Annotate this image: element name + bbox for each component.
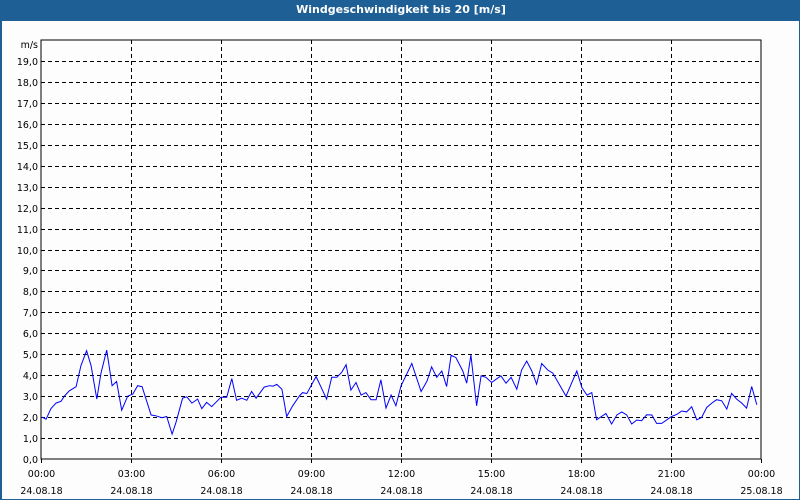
y-tick-label: 11,0	[17, 225, 38, 236]
x-tick-date: 24.08.18	[290, 486, 332, 497]
x-tick-date: 24.08.18	[200, 486, 242, 497]
y-tick-label: 8,0	[23, 287, 38, 298]
x-tick-date: 24.08.18	[560, 486, 602, 497]
y-tick-label: 17,0	[17, 99, 38, 110]
x-tick-time: 09:00	[298, 469, 325, 480]
y-axis-labels: 0,0 1,0 2,0 3,0 4,0 5,0 6,0 7,0 8,0 9,0 10,0 11,0 12…	[17, 57, 38, 466]
x-tick-time: 18:00	[568, 469, 595, 480]
x-tick-date: 24.08.18	[650, 486, 692, 497]
grid-lines	[41, 40, 762, 463]
chart-window: Windgeschwindigkeit bis 20 [m/s] 0,0 1,0 2…	[0, 0, 800, 500]
x-tick-time: 15:00	[478, 469, 505, 480]
y-tick-label: 13,0	[17, 183, 38, 194]
y-tick-label: 10,0	[17, 246, 38, 257]
x-tick-time: 00:00	[748, 469, 775, 480]
x-tick-date: 24.08.18	[20, 486, 62, 497]
y-tick-label: 7,0	[23, 308, 38, 319]
series-line-wind-speed	[41, 349, 758, 436]
x-tick-time: 06:00	[208, 469, 235, 480]
x-tick-date: 24.08.18	[470, 486, 512, 497]
x-tick-time: 00:00	[28, 469, 55, 480]
x-tick-date: 25.08.18	[740, 486, 782, 497]
y-tick-label: 6,0	[23, 329, 38, 340]
y-axis-unit: m/s	[21, 40, 38, 51]
wind-speed-chart: 0,0 1,0 2,0 3,0 4,0 5,0 6,0 7,0 8,0 9,0 10,0 11,0 12…	[17, 39, 783, 497]
x-tick-date: 24.08.18	[110, 486, 152, 497]
x-tick-time: 12:00	[388, 469, 415, 480]
y-tick-label: 4,0	[23, 371, 38, 382]
y-tick-label: 14,0	[17, 162, 38, 173]
y-tick-label: 16,0	[17, 120, 38, 131]
x-axis-labels: 00:00 24.08.18 03:00 24.08.18 06:00 24.08.18 0…	[20, 469, 782, 497]
y-tick-label: 18,0	[17, 78, 38, 89]
y-tick-label: 0,0	[23, 455, 38, 466]
x-tick-time: 21:00	[658, 469, 685, 480]
y-tick-label: 1,0	[23, 434, 38, 445]
y-tick-label: 5,0	[23, 350, 38, 361]
y-tick-label: 9,0	[23, 266, 38, 277]
y-tick-label: 12,0	[17, 204, 38, 215]
y-tick-label: 15,0	[17, 141, 38, 152]
y-tick-label: 2,0	[23, 413, 38, 424]
x-tick-date: 24.08.18	[380, 486, 422, 497]
x-tick-time: 03:00	[118, 469, 145, 480]
y-tick-label: 3,0	[23, 392, 38, 403]
y-tick-label: 19,0	[17, 57, 38, 68]
